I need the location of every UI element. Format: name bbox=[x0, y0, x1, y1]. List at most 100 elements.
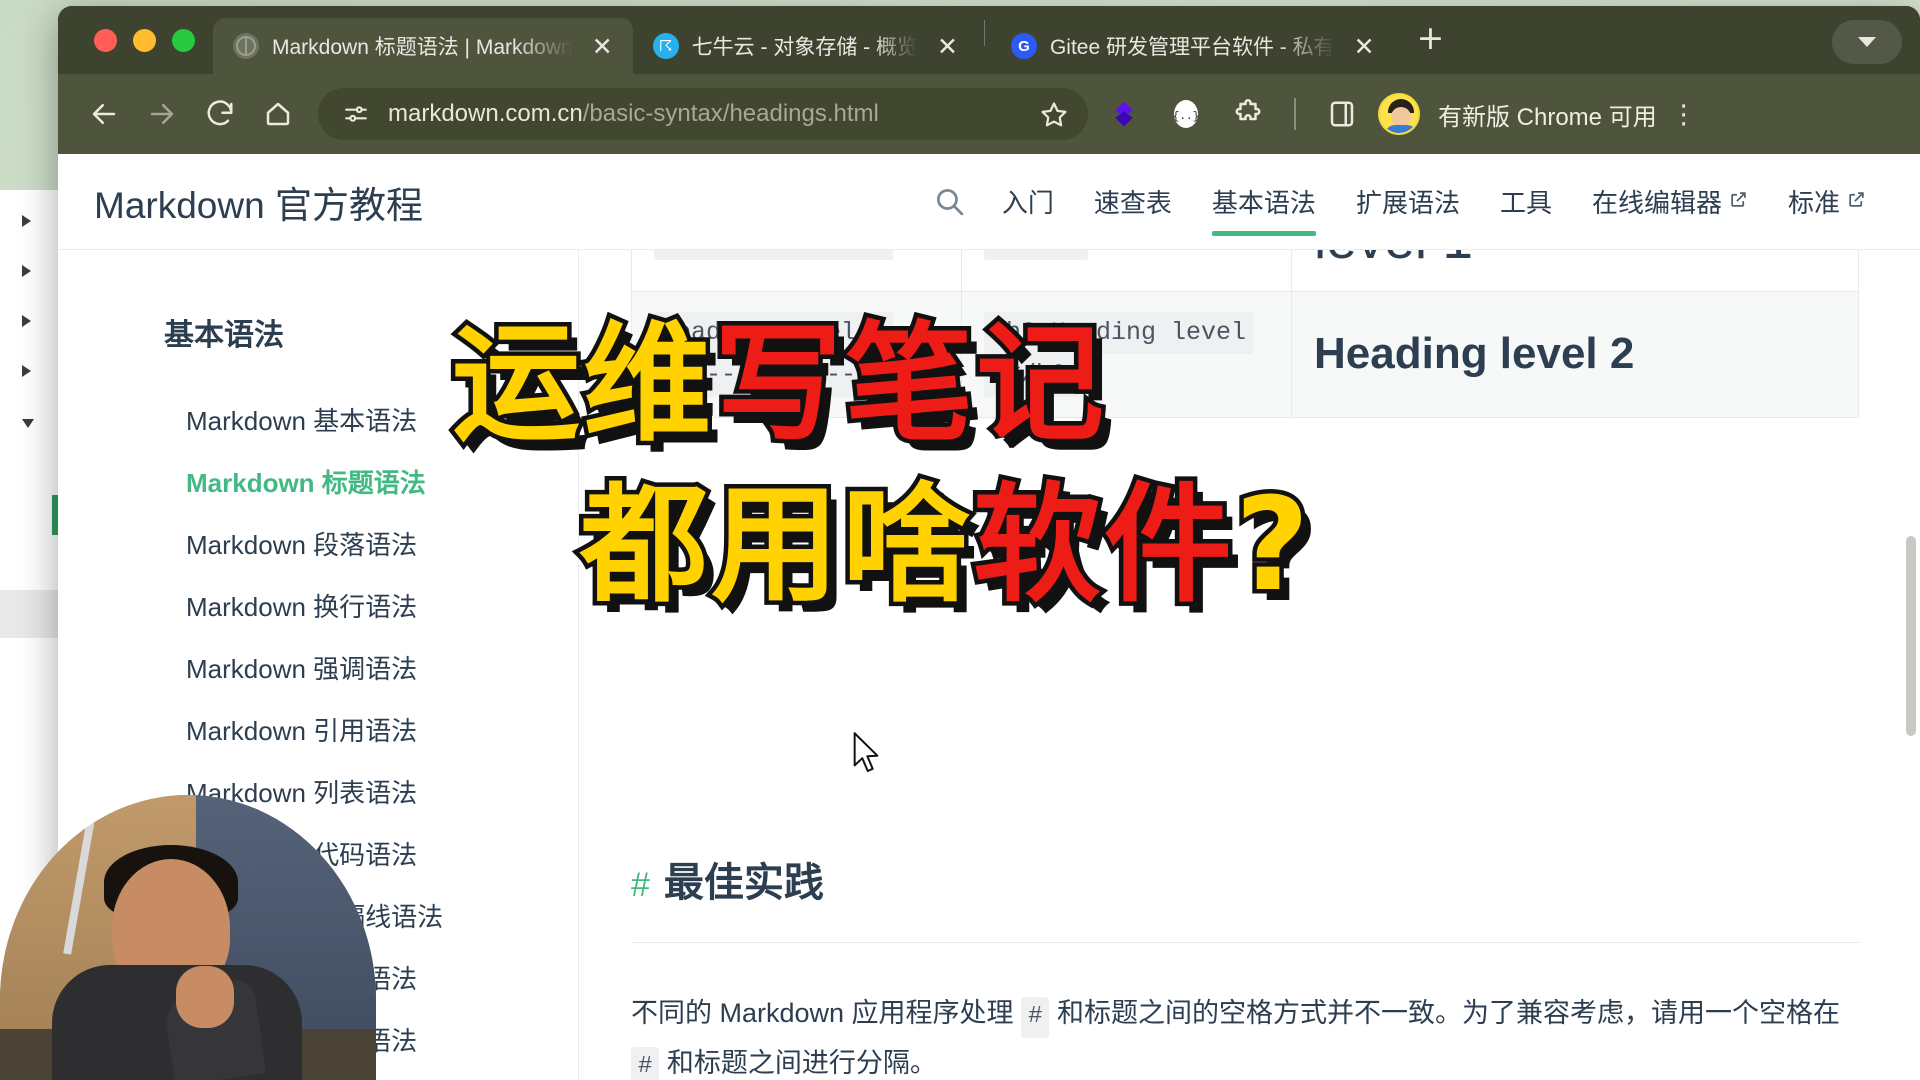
chevron-right-icon[interactable] bbox=[22, 265, 31, 277]
browser-toolbar: markdown.com.cn/basic-syntax/headings.ht… bbox=[58, 74, 1920, 154]
chevron-right-icon[interactable] bbox=[22, 365, 31, 377]
tab-qiniu[interactable]: ☈ 七牛云 - 对象存储 - 概览 ✕ bbox=[633, 18, 978, 74]
nav-item-basic-syntax[interactable]: 基本语法 bbox=[1192, 183, 1336, 236]
table-row: =============== 1</h1> level 1 bbox=[631, 250, 1859, 292]
sidebar-item-headings[interactable]: Markdown 标题语法 bbox=[58, 450, 578, 512]
svg-text:{..}: {..} bbox=[1173, 111, 1199, 123]
nav-label: 入门 bbox=[1001, 188, 1054, 218]
nav-item-tools[interactable]: 工具 bbox=[1480, 183, 1572, 220]
tab-close-icon[interactable]: ✕ bbox=[931, 34, 964, 59]
rendered-h1: level 1 bbox=[1314, 250, 1836, 271]
paragraph-part: 和标题之间的空格方式并不一致。为了兼容考虑，请用一个空格在 bbox=[1049, 998, 1840, 1028]
gitee-icon: G bbox=[1010, 33, 1037, 59]
nav-label: 扩展语法 bbox=[1355, 188, 1460, 218]
sidebar-item-linebreaks[interactable]: Markdown 换行语法 bbox=[58, 574, 578, 636]
toolbar-divider bbox=[1294, 98, 1296, 130]
nav-label: 在线编辑器 bbox=[1591, 188, 1722, 218]
sidebar-item-blockquotes[interactable]: Markdown 引用语法 bbox=[58, 698, 578, 760]
cell-output: level 1 bbox=[1291, 250, 1859, 292]
cell-output: Heading level 2 bbox=[1291, 291, 1859, 418]
tab-close-icon[interactable]: ✕ bbox=[1348, 34, 1381, 59]
browser-menu-button[interactable]: ⋮ bbox=[1667, 99, 1701, 130]
url-host: markdown.com.cn bbox=[388, 100, 583, 127]
background-row-highlight bbox=[0, 590, 64, 638]
tab-title: Markdown 标题语法 | Markdown bbox=[272, 36, 573, 59]
tab-close-icon[interactable]: ✕ bbox=[586, 34, 619, 59]
desktop-background: Markdown 标题语法 | Markdown ✕ ☈ 七牛云 - 对象存储 … bbox=[0, 0, 1920, 1080]
nav-item-standard[interactable]: 标准 bbox=[1768, 183, 1886, 220]
globe-icon bbox=[233, 33, 259, 59]
chevron-right-icon[interactable] bbox=[22, 215, 31, 227]
nav-item-intro[interactable]: 入门 bbox=[982, 183, 1074, 220]
tab-search-button[interactable] bbox=[1832, 20, 1902, 64]
bookmark-star-icon[interactable] bbox=[1032, 88, 1076, 140]
nav-item-extended-syntax[interactable]: 扩展语法 bbox=[1336, 183, 1480, 220]
avatar-face bbox=[1391, 107, 1411, 127]
tab-title: 七牛云 - 对象存储 - 概览 bbox=[691, 36, 918, 59]
inline-code-hash: # bbox=[1021, 997, 1050, 1038]
tab-markdown[interactable]: Markdown 标题语法 | Markdown ✕ bbox=[213, 18, 633, 74]
external-link-icon bbox=[1729, 190, 1748, 214]
diamond-extension-icon[interactable] bbox=[1098, 88, 1150, 140]
external-link-icon bbox=[1847, 190, 1866, 214]
nav-item-online-editor[interactable]: 在线编辑器 bbox=[1572, 183, 1768, 220]
site-header: Markdown 官方教程 入门 速查表 基本语法 扩展语法 工具 在线编辑器 bbox=[58, 154, 1920, 250]
page-title: Markdown 官方教程 bbox=[94, 184, 423, 226]
close-window-button[interactable] bbox=[94, 29, 117, 52]
home-button[interactable] bbox=[254, 90, 302, 138]
sidebar-item-emphasis[interactable]: Markdown 强调语法 bbox=[58, 636, 578, 698]
page-scrollbar[interactable] bbox=[1906, 346, 1916, 1080]
site-settings-icon[interactable] bbox=[340, 88, 372, 140]
mouse-cursor bbox=[852, 732, 882, 779]
sidebar-item-basic[interactable]: Markdown 基本语法 bbox=[58, 388, 578, 450]
tab-title: Gitee 研发管理平台软件 - 私有 bbox=[1049, 36, 1335, 59]
window-controls bbox=[76, 29, 213, 74]
best-practice-heading: # 最佳实践 bbox=[631, 850, 1861, 943]
side-panel-icon[interactable] bbox=[1316, 88, 1368, 140]
nav-label: 工具 bbox=[1499, 188, 1552, 218]
minimize-window-button[interactable] bbox=[133, 29, 156, 52]
pip-person-hand bbox=[176, 966, 234, 1028]
tab-strip: Markdown 标题语法 | Markdown ✕ ☈ 七牛云 - 对象存储 … bbox=[58, 6, 1920, 74]
search-icon[interactable] bbox=[918, 185, 982, 218]
new-tab-button[interactable]: + bbox=[1395, 21, 1467, 74]
nav-label: 基本语法 bbox=[1211, 188, 1316, 218]
code-html-2: 2</h2> bbox=[984, 354, 1089, 397]
code-html: 1</h1> bbox=[984, 250, 1089, 261]
cell-html: <h2>Heading level 2</h2> bbox=[961, 291, 1292, 418]
chevron-right-icon[interactable] bbox=[22, 315, 31, 327]
reload-button[interactable] bbox=[196, 90, 244, 138]
avatar-body bbox=[1385, 125, 1417, 133]
sidebar-item-paragraphs[interactable]: Markdown 段落语法 bbox=[58, 512, 578, 574]
heading-text: 最佳实践 bbox=[663, 861, 824, 905]
nav-item-cheatsheet[interactable]: 速查表 bbox=[1074, 183, 1192, 220]
code-markdown: =============== bbox=[654, 250, 894, 261]
syntax-table: =============== 1</h1> level 1 Headi bbox=[631, 250, 1859, 418]
table-row: Heading level 2 --------------- <h2>Head… bbox=[631, 291, 1859, 418]
puzzle-extensions-icon[interactable] bbox=[1222, 88, 1274, 140]
maximize-window-button[interactable] bbox=[172, 29, 195, 52]
url-path: /basic-syntax/headings.html bbox=[582, 100, 879, 127]
json-viewer-extension-icon[interactable]: {..} bbox=[1160, 88, 1212, 140]
site-nav: 入门 速查表 基本语法 扩展语法 工具 在线编辑器 标准 bbox=[918, 183, 1886, 236]
chevron-down-icon[interactable] bbox=[22, 418, 34, 428]
code-markdown-underline: --------------- bbox=[654, 354, 894, 397]
webcam-pip[interactable] bbox=[0, 795, 376, 1080]
avatar[interactable] bbox=[1378, 93, 1420, 135]
chrome-update-label[interactable]: 有新版 Chrome 可用 bbox=[1438, 97, 1657, 132]
paragraph-part: 不同的 Markdown 应用程序处理 bbox=[631, 998, 1022, 1028]
code-html: <h2>Heading level bbox=[984, 312, 1254, 355]
sidebar-heading: 基本语法 bbox=[164, 319, 284, 352]
url-text[interactable]: markdown.com.cn/basic-syntax/headings.ht… bbox=[388, 100, 1016, 128]
cell-markdown: =============== bbox=[631, 250, 962, 292]
inline-code-hash: # bbox=[631, 1046, 660, 1080]
scrollbar-thumb[interactable] bbox=[1906, 536, 1916, 736]
nav-label: 速查表 bbox=[1093, 188, 1172, 218]
qiniu-icon: ☈ bbox=[652, 33, 679, 59]
chevron-down-icon bbox=[1858, 37, 1876, 47]
tab-gitee[interactable]: G Gitee 研发管理平台软件 - 私有 ✕ bbox=[991, 18, 1395, 74]
address-bar[interactable]: markdown.com.cn/basic-syntax/headings.ht… bbox=[318, 88, 1088, 140]
back-button[interactable] bbox=[80, 90, 128, 138]
forward-button[interactable] bbox=[138, 90, 186, 138]
heading-anchor-link[interactable]: # bbox=[631, 866, 650, 905]
